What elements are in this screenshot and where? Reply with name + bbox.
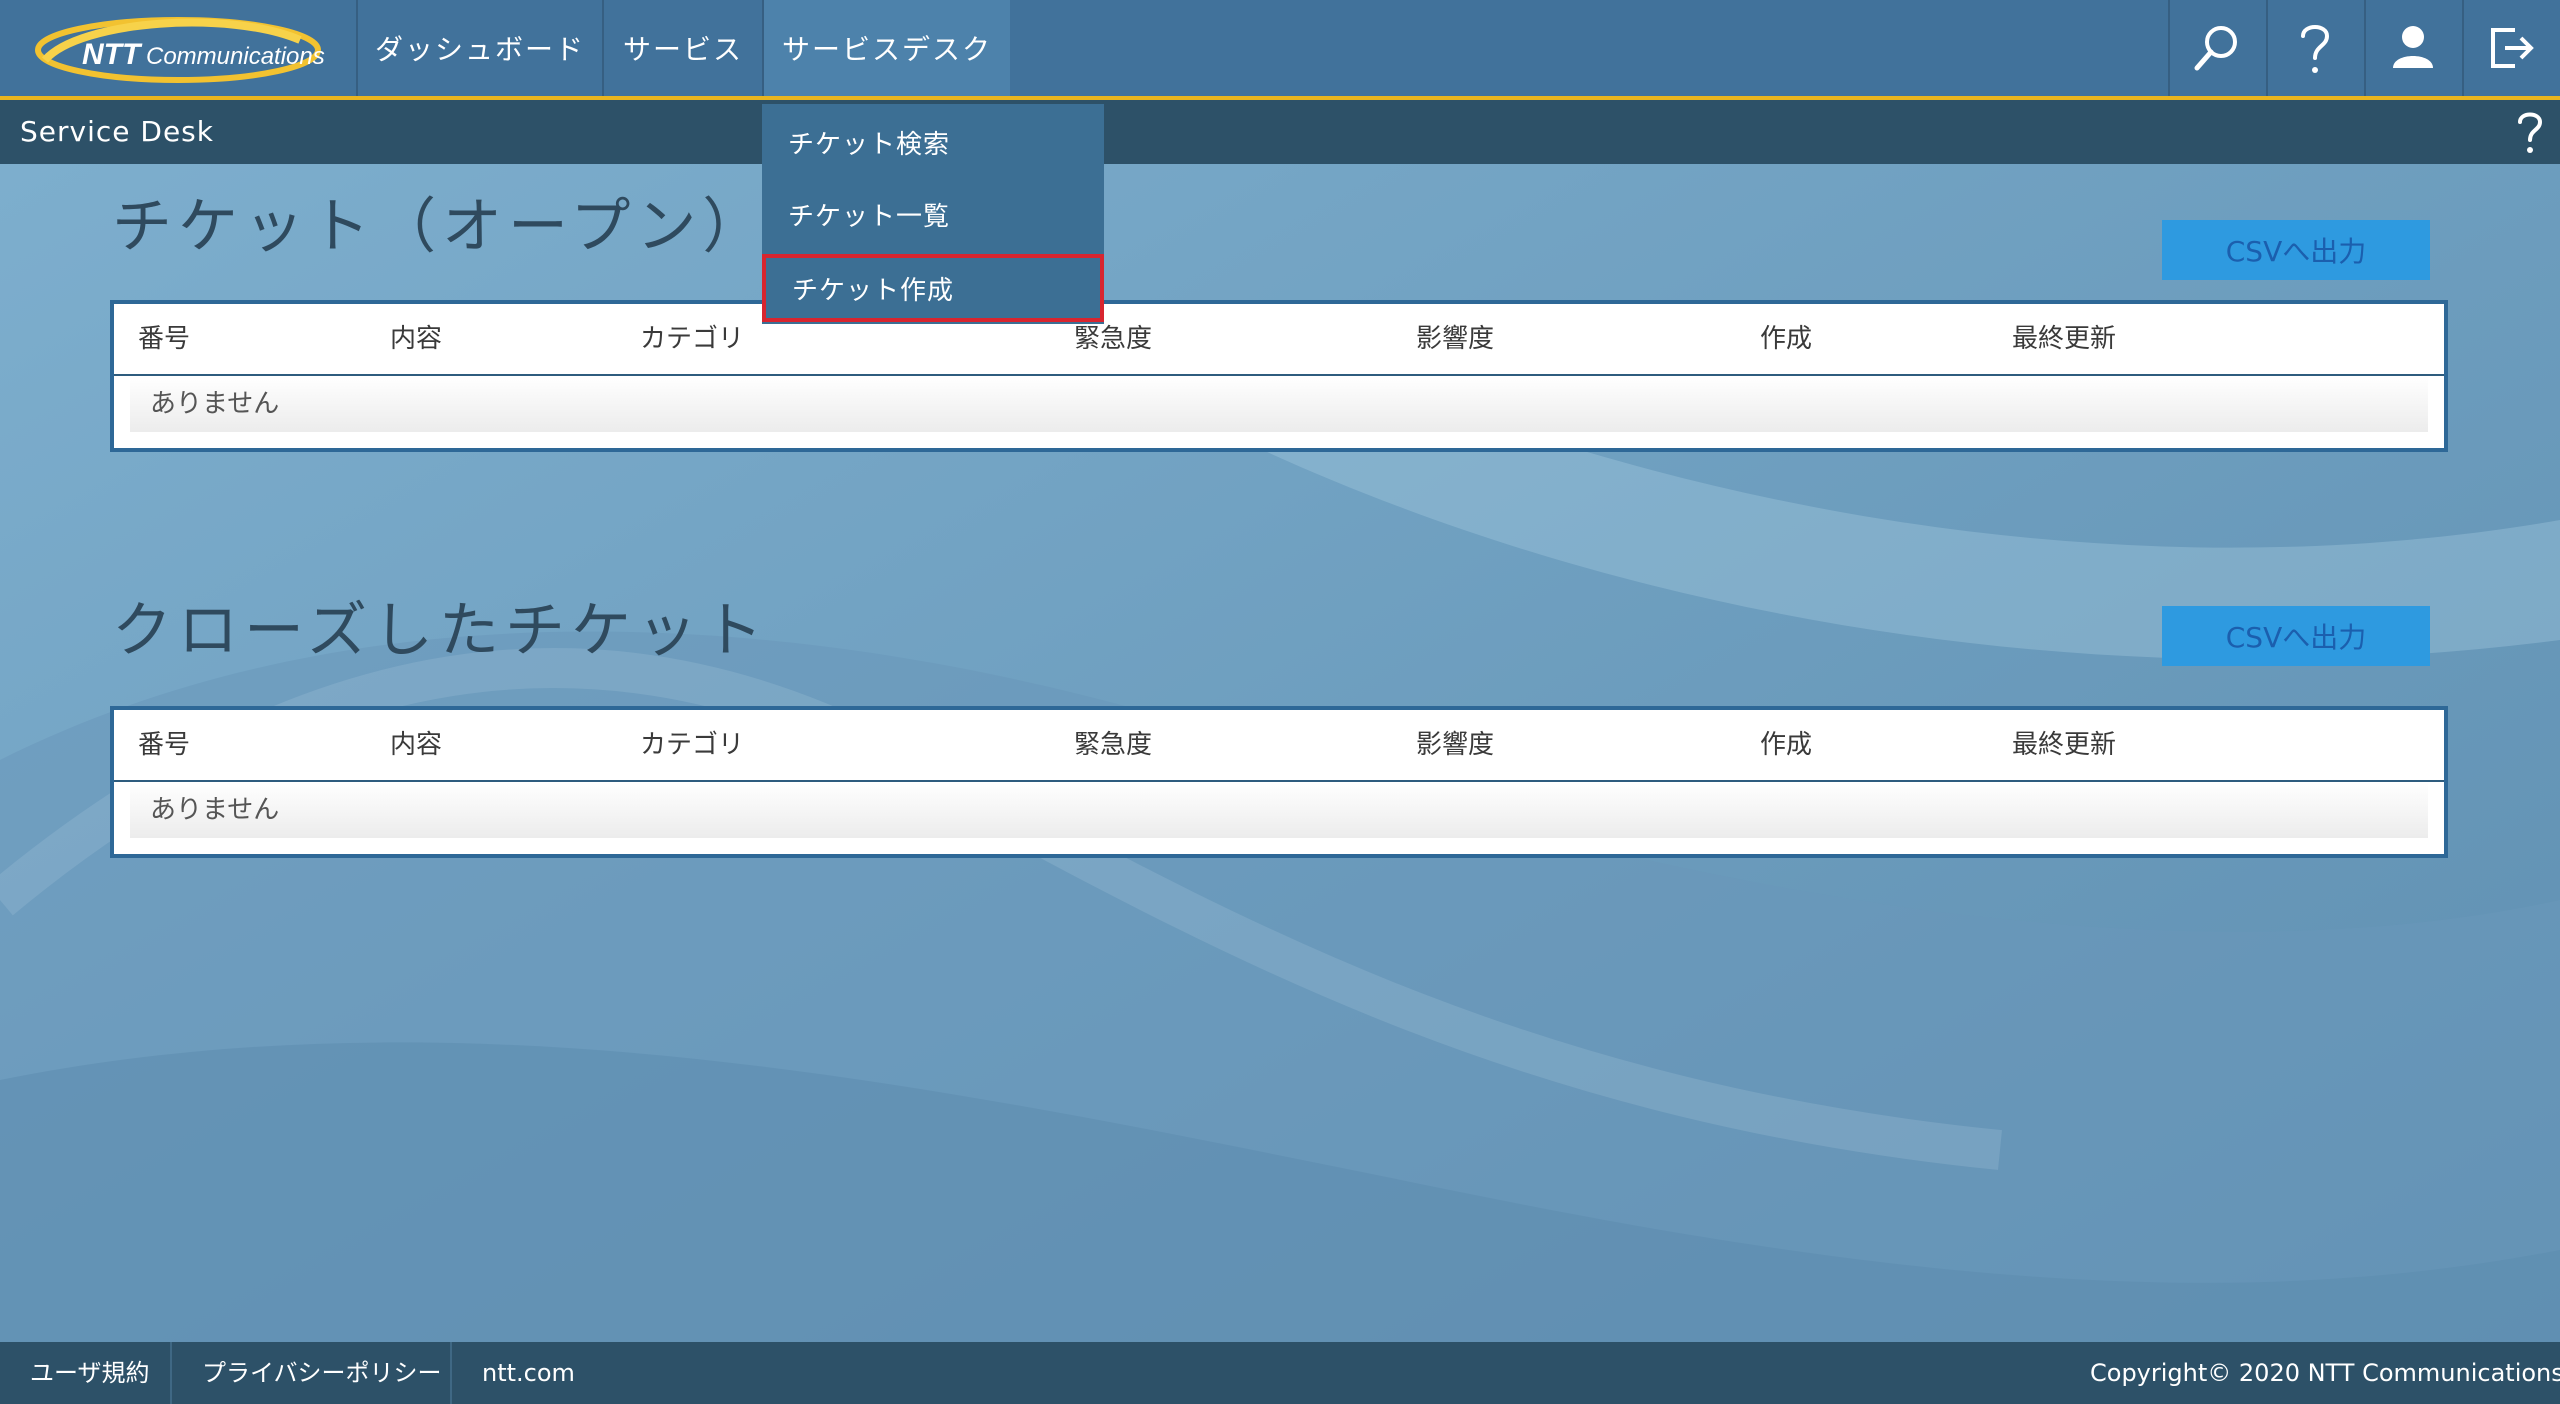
user-icon: [2393, 26, 2433, 68]
column-created[interactable]: 作成: [1760, 710, 1812, 780]
footer-copyright: Copyright© 2020 NTT Communications: [2090, 1359, 2560, 1387]
footer-divider: [450, 1342, 452, 1404]
column-impact[interactable]: 影響度: [1416, 710, 1494, 780]
column-urgency[interactable]: 緊急度: [1074, 710, 1152, 780]
column-impact[interactable]: 影響度: [1416, 304, 1494, 374]
footer-link-ntt[interactable]: ntt.com: [482, 1342, 575, 1404]
table-header: 番号 内容 カテゴリ 緊急度 影響度 作成 最終更新: [114, 304, 2444, 376]
sub-header-bar: Service Desk: [0, 100, 2560, 164]
column-category[interactable]: カテゴリ: [640, 304, 744, 374]
ntt-logo[interactable]: NTT Communications: [0, 0, 355, 96]
open-csv-export-button[interactable]: CSVへ出力: [2162, 220, 2430, 280]
closed-tickets-table: 番号 内容 カテゴリ 緊急度 影響度 作成 最終更新 ありません: [110, 706, 2448, 858]
help-icon: [2518, 112, 2543, 153]
column-content[interactable]: 内容: [390, 710, 442, 780]
column-created[interactable]: 作成: [1760, 304, 1812, 374]
nav-service-desk[interactable]: サービスデスク: [762, 0, 1010, 96]
column-content[interactable]: 内容: [390, 304, 442, 374]
logout-icon: [2491, 28, 2534, 68]
user-button[interactable]: [2364, 0, 2460, 96]
logo-text-secondary: Communications: [146, 43, 325, 70]
column-number[interactable]: 番号: [138, 710, 190, 780]
open-tickets-table: 番号 内容 カテゴリ 緊急度 影響度 作成 最終更新 ありません: [110, 300, 2448, 452]
dropdown-item-ticket-list[interactable]: チケット一覧: [762, 178, 1104, 250]
help-button[interactable]: [2266, 0, 2362, 96]
column-category[interactable]: カテゴリ: [640, 710, 744, 780]
open-tickets-title: チケット（オープン）: [112, 192, 769, 262]
empty-table-row: ありません: [130, 376, 2428, 432]
column-last-updated[interactable]: 最終更新: [2012, 304, 2116, 374]
footer-divider: [170, 1342, 172, 1404]
logo-text: NTT: [82, 38, 143, 71]
empty-table-row: ありません: [130, 782, 2428, 838]
closed-csv-export-button[interactable]: CSVへ出力: [2162, 606, 2430, 666]
dropdown-item-ticket-create[interactable]: チケット作成: [762, 254, 1104, 322]
service-desk-dropdown: チケット検索 チケット一覧 チケット作成: [762, 104, 1104, 324]
page-help-button[interactable]: [2508, 106, 2552, 158]
nav-services[interactable]: サービス: [602, 0, 762, 96]
dropdown-item-ticket-search[interactable]: チケット検索: [762, 106, 1104, 178]
column-number[interactable]: 番号: [138, 304, 190, 374]
search-button[interactable]: [2168, 0, 2264, 96]
column-last-updated[interactable]: 最終更新: [2012, 710, 2116, 780]
search-icon: [2194, 26, 2237, 71]
table-header: 番号 内容 カテゴリ 緊急度 影響度 作成 最終更新: [114, 710, 2444, 782]
logout-button[interactable]: [2462, 0, 2558, 96]
nav-dashboard[interactable]: ダッシュボード: [356, 0, 602, 96]
help-icon: [2301, 25, 2330, 73]
footer-link-terms[interactable]: ユーザ規約: [30, 1342, 150, 1404]
sub-header-title: Service Desk: [20, 115, 214, 148]
footer-link-privacy[interactable]: プライバシーポリシー: [202, 1342, 442, 1404]
top-navigation-bar: NTT Communications ダッシュボード サービス サービスデスク: [0, 0, 2560, 100]
footer-bar: ユーザ規約 プライバシーポリシー ntt.com Copyright© 2020…: [0, 1342, 2560, 1404]
closed-tickets-title: クローズしたチケット: [112, 596, 769, 666]
